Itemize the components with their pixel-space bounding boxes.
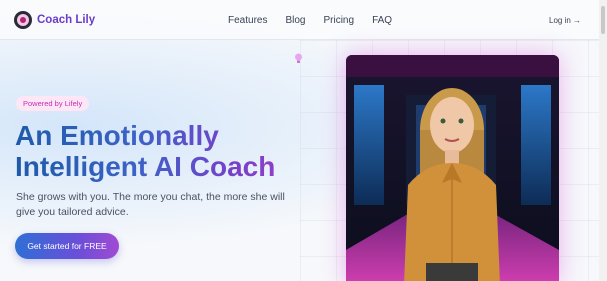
navbar: Coach Lily Features Blog Pricing FAQ Log… [0, 0, 599, 40]
nav-link-pricing[interactable]: Pricing [323, 15, 354, 26]
logo-icon [14, 11, 32, 29]
nav-link-faq[interactable]: FAQ [372, 15, 392, 26]
page: Coach Lily Features Blog Pricing FAQ Log… [0, 0, 599, 281]
logo[interactable]: Coach Lily [14, 11, 95, 29]
nav-links: Features Blog Pricing FAQ [228, 15, 392, 26]
scrollbar[interactable] [599, 0, 607, 281]
scrollbar-thumb[interactable] [601, 6, 605, 34]
nav-link-blog[interactable]: Blog [285, 15, 305, 26]
hero-subtitle: She grows with you. The more you chat, t… [16, 191, 285, 218]
powered-by-badge: Powered by Lifely [16, 96, 90, 111]
hero-headline: An Emotionally Intelligent AI Coach [15, 120, 315, 182]
login-link[interactable]: Log in → [549, 16, 581, 25]
headline-line-1: An Emotionally [15, 120, 219, 151]
coach-avatar-image [346, 55, 559, 281]
nav-link-features[interactable]: Features [228, 15, 267, 26]
brand-name: Coach Lily [37, 14, 96, 26]
headline-line-2: Intelligent AI Coach [15, 151, 276, 182]
lightbulb-icon [294, 53, 303, 68]
get-started-button[interactable]: Get started for FREE [15, 233, 119, 259]
